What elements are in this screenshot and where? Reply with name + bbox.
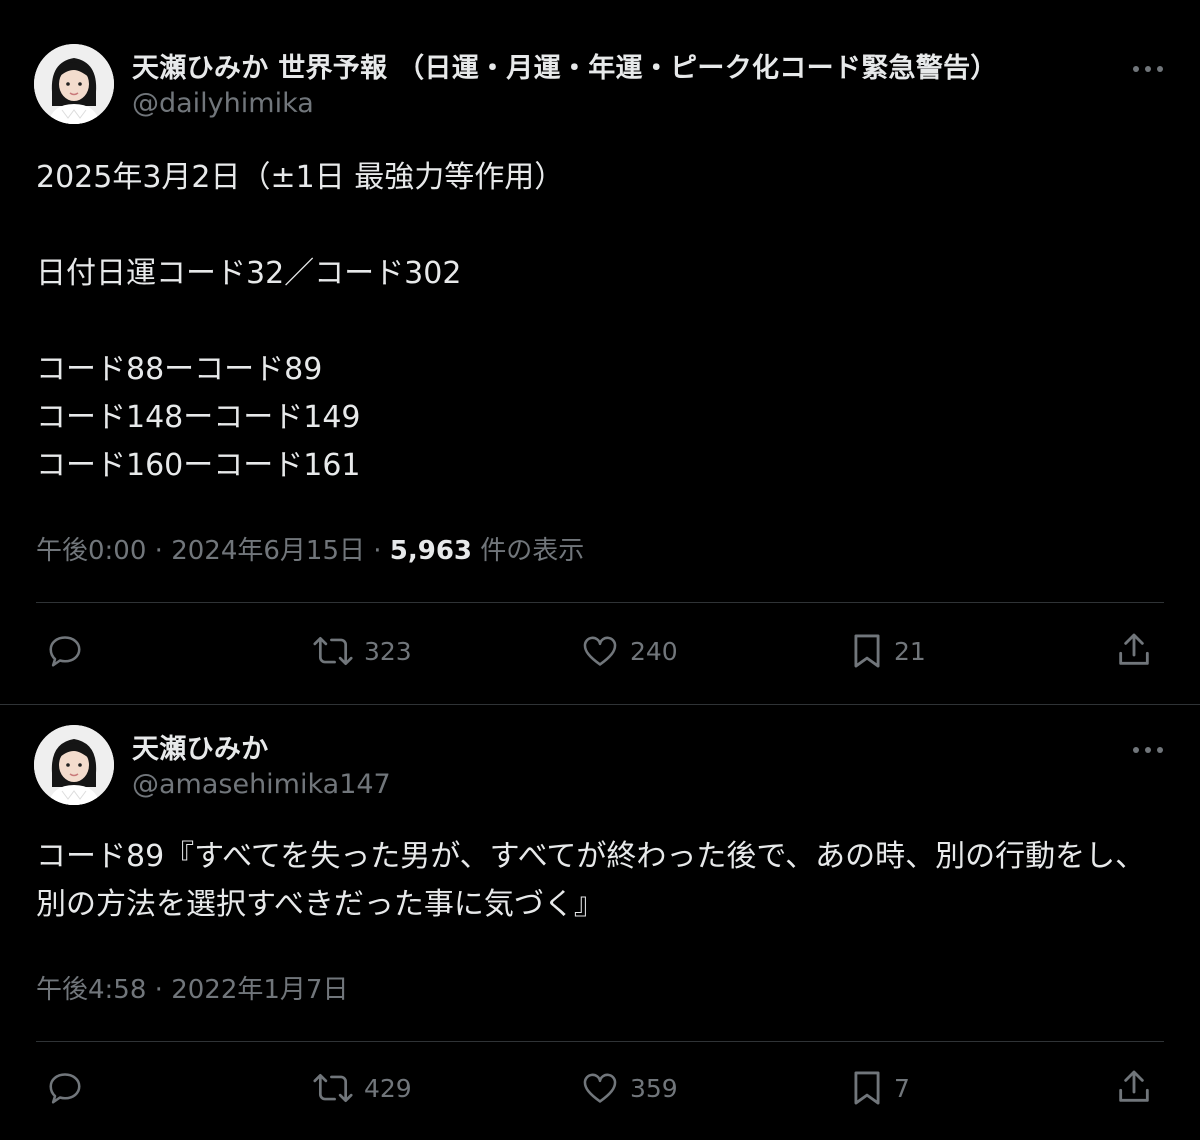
retweet-button[interactable]: 429: [312, 1069, 412, 1107]
meta-separator: ·: [373, 536, 382, 566]
tweet-1: 天瀬ひみか 世界予報 （日運・月運・年運・ピーク化コード緊急警告） @daily…: [0, 0, 1200, 704]
share-icon: [1114, 630, 1154, 670]
bookmark-button[interactable]: 21: [850, 632, 926, 670]
divider: [36, 602, 1164, 603]
tweet-time[interactable]: 午後0:00: [36, 536, 146, 566]
share-icon: [1114, 1067, 1154, 1107]
avatar[interactable]: [34, 44, 114, 124]
reply-button[interactable]: [46, 1069, 84, 1107]
tweet-text: 2025年3月2日（±1日 最強力等作用） 日付日運コード32／コード302 コ…: [36, 160, 565, 483]
reply-icon: [46, 1069, 84, 1107]
bookmark-count: 21: [894, 636, 926, 666]
tweet-date[interactable]: 2022年1月7日: [171, 975, 348, 1005]
bookmark-icon: [850, 632, 884, 670]
tweet-meta: 午後4:58 · 2022年1月7日: [36, 969, 348, 1006]
views-count[interactable]: 5,963: [390, 536, 472, 566]
more-dots-icon[interactable]: [1132, 740, 1164, 753]
like-icon: [580, 632, 620, 670]
display-name[interactable]: 天瀬ひみか: [132, 727, 269, 766]
like-button[interactable]: 359: [580, 1069, 678, 1107]
share-button[interactable]: [1114, 630, 1154, 670]
retweet-icon: [312, 632, 354, 670]
retweet-count: 323: [364, 636, 412, 666]
like-count: 359: [630, 1073, 678, 1103]
share-button[interactable]: [1114, 1067, 1154, 1107]
tweet-text: コード89『すべてを失った男が、すべてが終わった後で、あの時、別の行動をし、別の…: [36, 839, 1146, 922]
reply-button[interactable]: [46, 632, 84, 670]
divider: [36, 1041, 1164, 1042]
tweet-meta: 午後0:00 · 2024年6月15日 · 5,963 件の表示: [36, 530, 584, 567]
like-count: 240: [630, 636, 678, 666]
retweet-button[interactable]: 323: [312, 632, 412, 670]
avatar[interactable]: [34, 725, 114, 805]
like-button[interactable]: 240: [580, 632, 678, 670]
tweet-time[interactable]: 午後4:58: [36, 975, 146, 1005]
bookmark-icon: [850, 1069, 884, 1107]
views-label: 件の表示: [480, 536, 585, 566]
retweet-count: 429: [364, 1073, 412, 1103]
more-dots-icon[interactable]: [1132, 59, 1164, 72]
user-handle[interactable]: @dailyhimika: [132, 88, 314, 119]
meta-separator: ·: [154, 975, 163, 1005]
tweet-2: 天瀬ひみか @amasehimika147 コード89『すべてを失った男が、すべ…: [0, 704, 1200, 1140]
bookmark-button[interactable]: 7: [850, 1069, 910, 1107]
display-name[interactable]: 天瀬ひみか 世界予報 （日運・月運・年運・ピーク化コード緊急警告）: [132, 46, 998, 85]
user-handle[interactable]: @amasehimika147: [132, 769, 391, 800]
reply-icon: [46, 632, 84, 670]
bookmark-count: 7: [894, 1073, 910, 1103]
like-icon: [580, 1069, 620, 1107]
retweet-icon: [312, 1069, 354, 1107]
tweet-date[interactable]: 2024年6月15日: [171, 536, 365, 566]
meta-separator: ·: [154, 536, 163, 566]
